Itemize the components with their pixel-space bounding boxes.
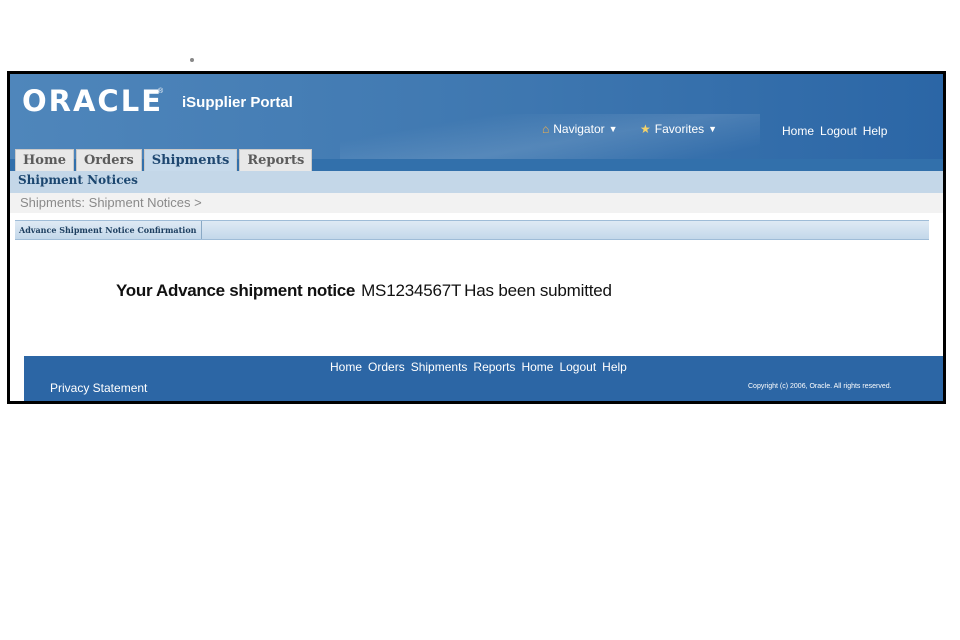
section-title: Advance Shipment Notice Confirmation: [15, 221, 202, 239]
tab-orders[interactable]: Orders: [75, 149, 142, 171]
tab-shipments[interactable]: Shipments: [143, 149, 238, 171]
subtab-shipment-notices[interactable]: Shipment Notices: [18, 173, 138, 187]
main-tabs: Home Orders Shipments Reports: [15, 149, 313, 171]
footer-link-home-2[interactable]: Home: [521, 360, 553, 374]
footer: Home Orders Shipments Reports Home Logou…: [24, 356, 943, 401]
footer-link-help[interactable]: Help: [602, 360, 627, 374]
screenshot-frame: ORACLE ® iSupplier Portal ⌂ Navigator ▼ …: [7, 71, 946, 404]
navigator-menu[interactable]: ⌂ Navigator ▼: [542, 122, 618, 136]
footer-link-shipments[interactable]: Shipments: [411, 360, 468, 374]
global-links: Home Logout Help: [782, 124, 887, 138]
confirmation-tail: Has been submitted: [464, 281, 612, 300]
favorites-menu[interactable]: ★ Favorites ▼: [640, 122, 717, 136]
asn-number: MS1234567T: [361, 281, 462, 300]
tab-home[interactable]: Home: [15, 149, 74, 171]
chevron-down-icon: ▼: [608, 124, 618, 134]
home-icon: ⌂: [542, 122, 550, 136]
footer-link-reports[interactable]: Reports: [473, 360, 515, 374]
stray-mark: [190, 58, 194, 62]
copyright-text: Copyright (c) 2006, Oracle. All rights r…: [748, 383, 892, 390]
footer-link-logout[interactable]: Logout: [559, 360, 596, 374]
help-link[interactable]: Help: [863, 124, 888, 138]
privacy-statement-link[interactable]: Privacy Statement: [50, 381, 147, 395]
logo-trademark: ®: [158, 88, 164, 95]
home-link[interactable]: Home: [782, 124, 814, 138]
breadcrumb-bar: Shipments: Shipment Notices >: [10, 193, 943, 213]
confirmation-lead: Your Advance shipment notice: [116, 281, 356, 300]
product-name: iSupplier Portal: [182, 94, 293, 111]
header-banner: ORACLE ® iSupplier Portal ⌂ Navigator ▼ …: [10, 74, 943, 174]
section-header: Advance Shipment Notice Confirmation: [15, 220, 929, 240]
confirmation-message: Your Advance shipment notice MS1234567T …: [116, 281, 612, 301]
footer-links: Home Orders Shipments Reports Home Logou…: [330, 360, 627, 374]
breadcrumb[interactable]: Shipments: Shipment Notices >: [20, 195, 202, 210]
chevron-down-icon: ▼: [708, 124, 718, 134]
subtab-bar: Shipment Notices: [10, 171, 943, 193]
navigator-label: Navigator: [553, 122, 605, 136]
tab-reports[interactable]: Reports: [239, 149, 313, 171]
footer-link-home[interactable]: Home: [330, 360, 362, 374]
favorites-icon: ★: [640, 122, 651, 136]
oracle-logo: ORACLE: [22, 84, 163, 118]
logout-link[interactable]: Logout: [820, 124, 857, 138]
favorites-label: Favorites: [654, 122, 705, 136]
footer-link-orders[interactable]: Orders: [368, 360, 405, 374]
